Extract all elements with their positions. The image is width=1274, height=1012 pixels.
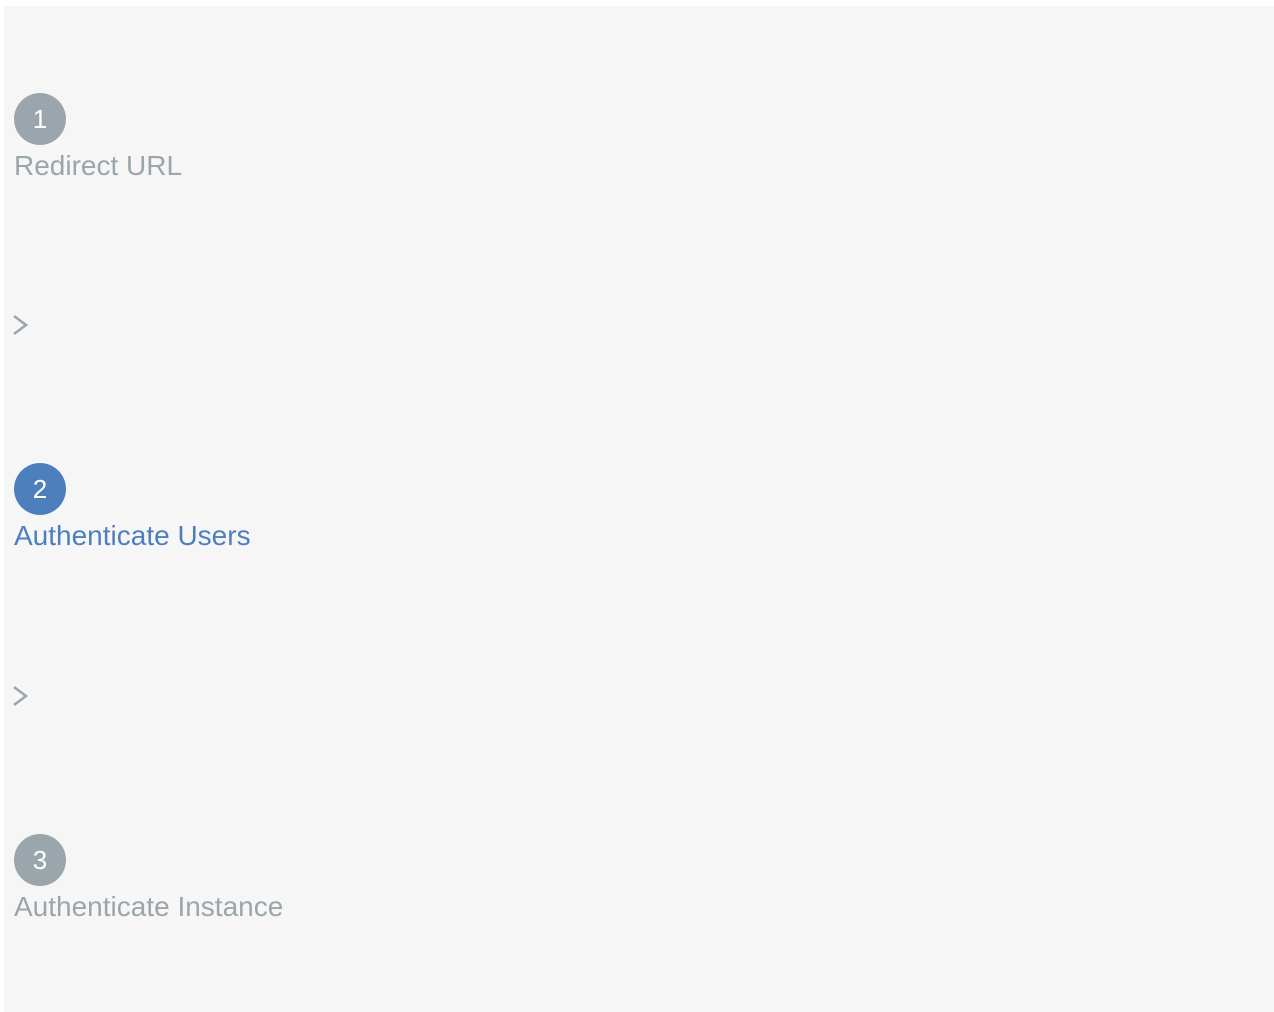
step-number-badge: 3 <box>14 834 66 886</box>
step-number-badge: 2 <box>14 463 66 515</box>
step-label: Authenticate Instance <box>14 891 284 922</box>
step-label: Authenticate Users <box>14 520 251 551</box>
step-authenticate-users[interactable]: 2 Authenticate Users <box>14 463 251 553</box>
chevron-right-icon <box>10 310 30 340</box>
step-number-badge: 1 <box>14 93 66 145</box>
step-authenticate-instance[interactable]: 3 Authenticate Instance <box>14 834 283 924</box>
chevron-right-icon <box>10 681 30 711</box>
step-redirect-url[interactable]: 1 Redirect URL <box>14 93 182 183</box>
setup-stepper: 1 Redirect URL 2 Authenticate Users 3 Au… <box>4 6 1274 1012</box>
step-label: Redirect URL <box>14 150 183 181</box>
